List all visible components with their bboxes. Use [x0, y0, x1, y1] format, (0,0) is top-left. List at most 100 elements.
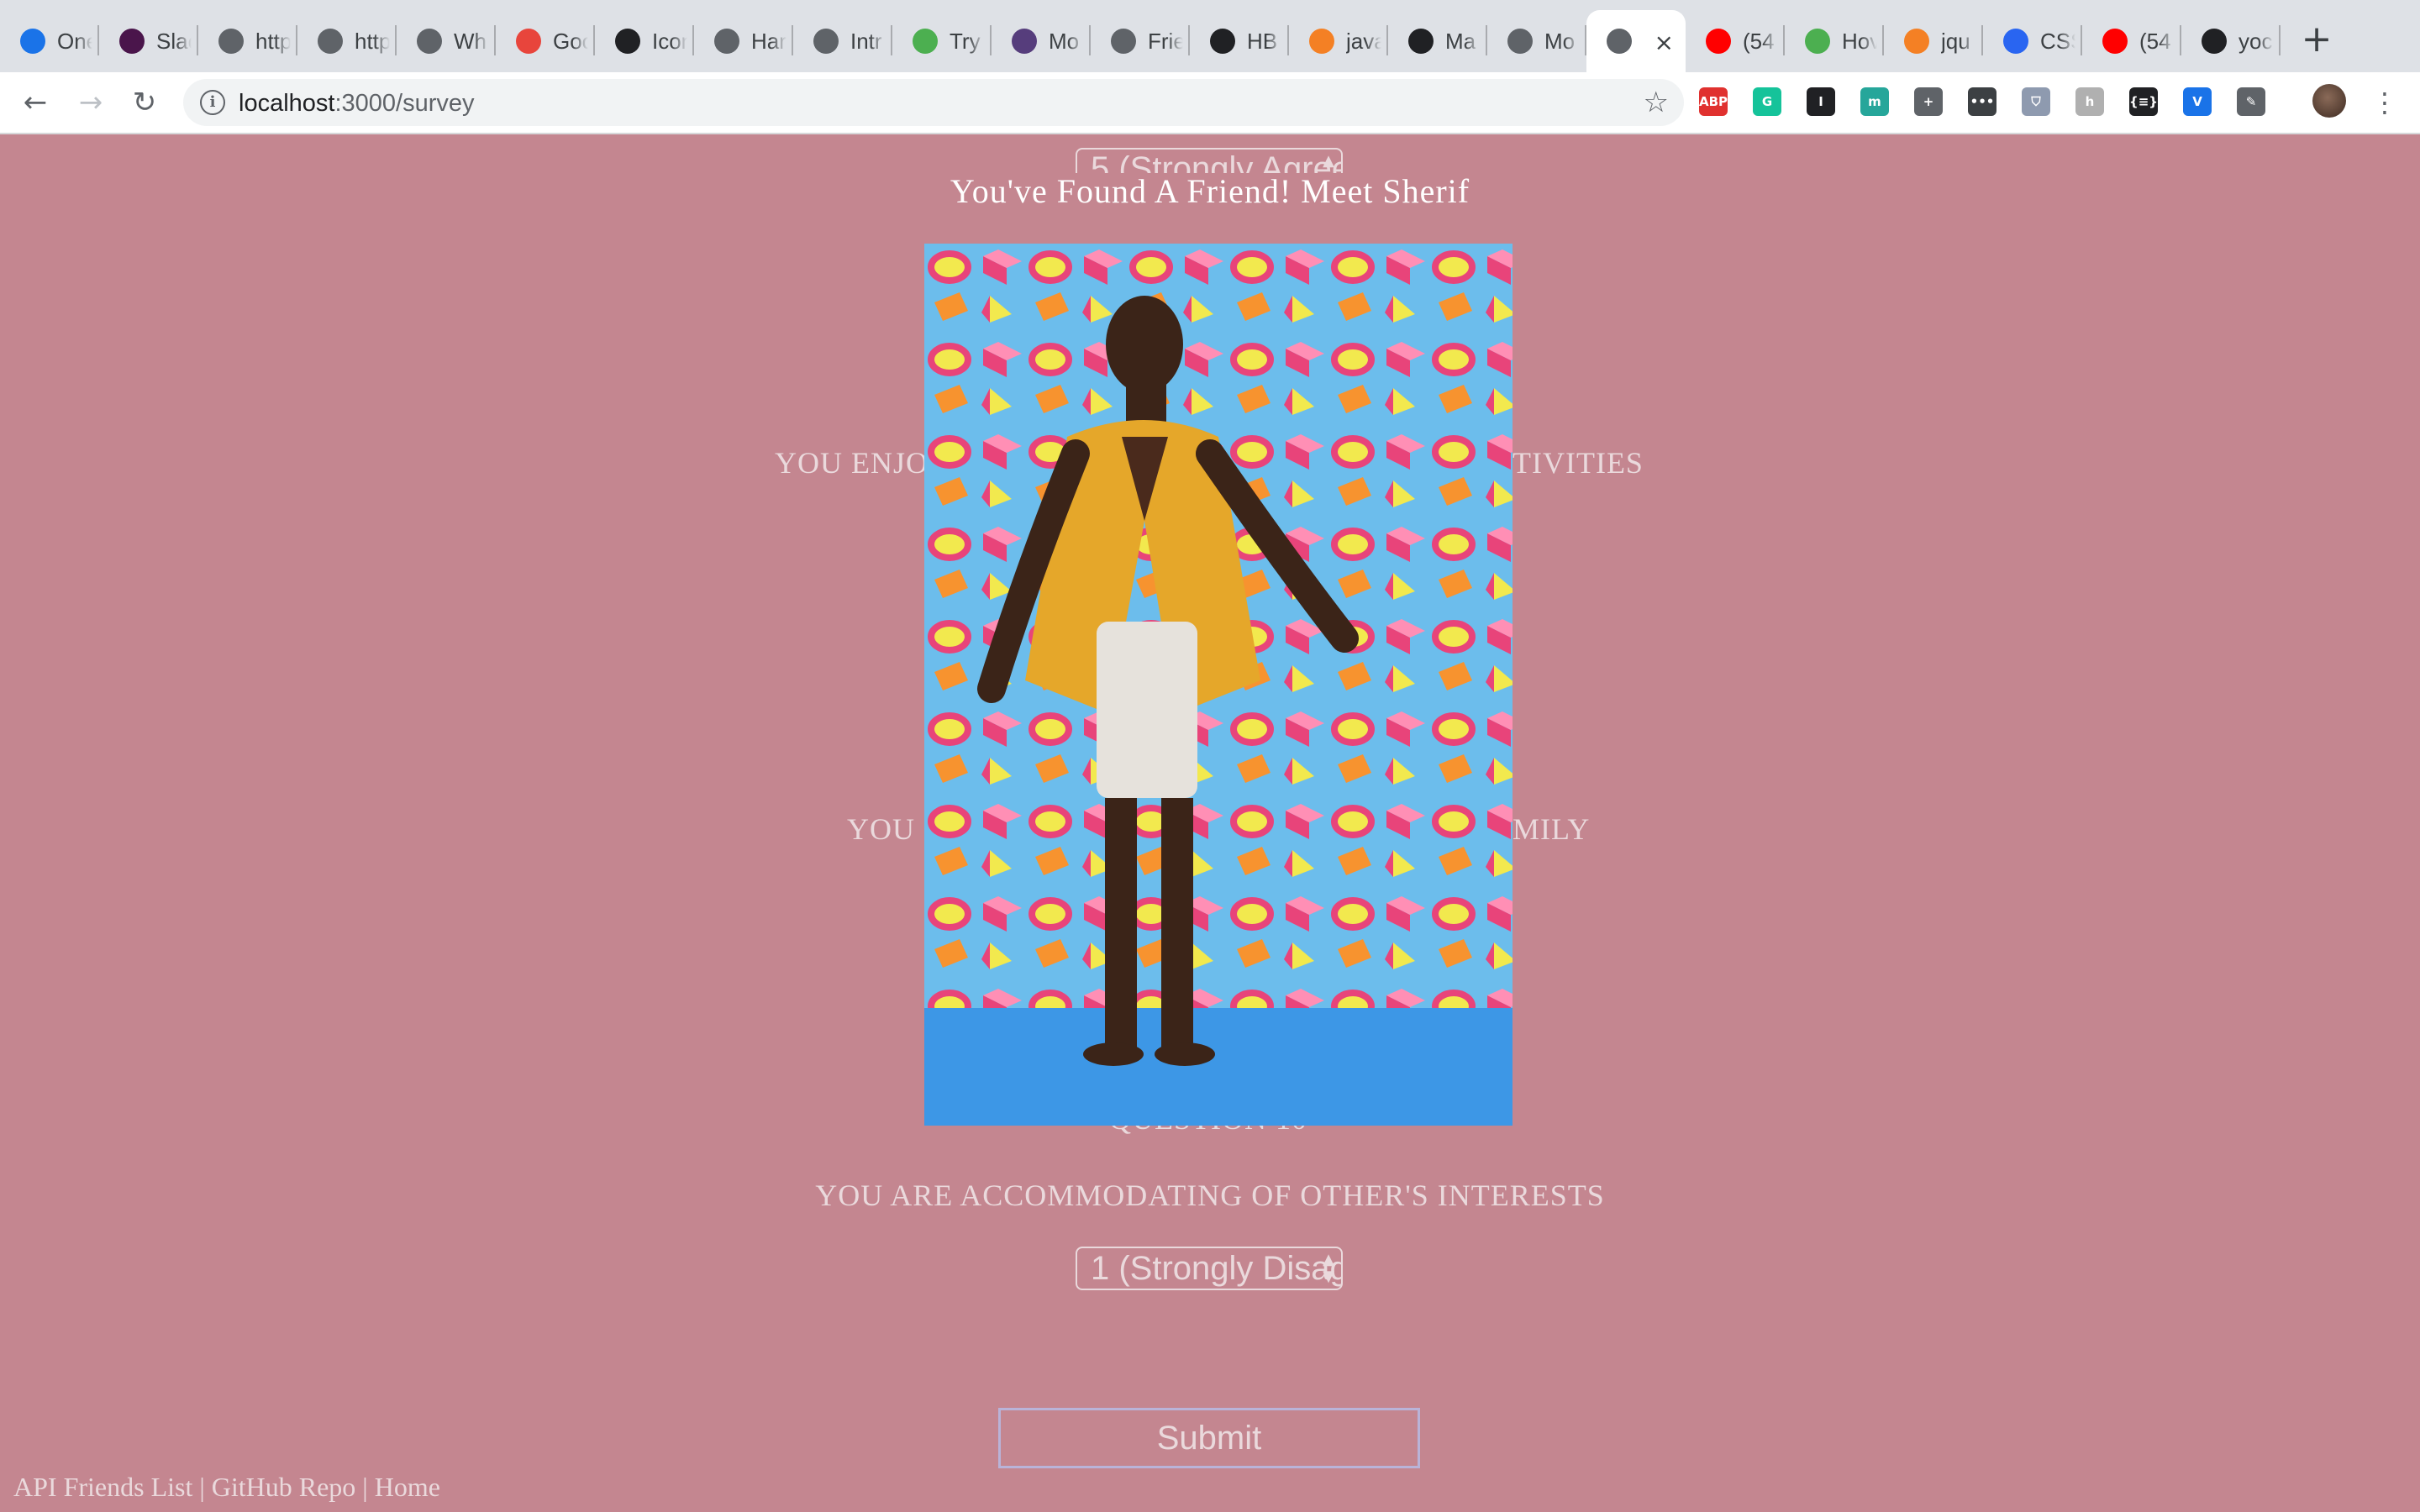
tilde-icon [714, 29, 739, 54]
youtube-icon [2102, 29, 2128, 54]
tab-manager-icon[interactable]: + [1914, 87, 1943, 116]
json-icon[interactable]: {≡} [2129, 87, 2158, 116]
globe-icon [1507, 29, 1533, 54]
grammarly-icon[interactable]: G [1753, 87, 1781, 116]
adblock-icon[interactable]: ABP [1699, 87, 1728, 116]
select-arrows-icon: ▲ [1323, 152, 1334, 170]
stack-icon [1309, 29, 1334, 54]
tab-title: Goo [553, 28, 588, 54]
tab-title: jqu [1941, 28, 1970, 54]
new-tab-button[interactable]: + [2296, 18, 2338, 60]
browser-tab[interactable]: Intr [793, 10, 892, 72]
globe-icon [1607, 29, 1632, 54]
tab-title: Har [751, 28, 786, 54]
api-friends-link[interactable]: API Friends List [13, 1472, 192, 1502]
browser-tab[interactable]: Mo [1487, 10, 1586, 72]
stack-icon [1904, 29, 1929, 54]
footer-separator: | [355, 1472, 375, 1502]
bootstrap-icon [1012, 29, 1037, 54]
browser-tab[interactable]: (54 [1686, 10, 1785, 72]
answer-select[interactable]: 1 (Strongly Disagree) ▲▼ [1076, 1247, 1343, 1290]
menu-kebab-icon[interactable]: ⋮ [2365, 82, 2405, 123]
tab-strip: One Slack http http Wh Goo Icon Har Intr Try Mo Fri… [0, 0, 2420, 72]
browser-tab[interactable]: CSS [1983, 10, 2082, 72]
question-text: You are accommodating of other's interes… [815, 1179, 1605, 1212]
browser-tab[interactable]: (54 [2082, 10, 2181, 72]
browser-tab[interactable]: Slack [99, 10, 198, 72]
browser-tab-active[interactable]: × [1586, 10, 1686, 72]
forward-arrow-icon[interactable]: → [71, 82, 111, 123]
browser-tab[interactable]: http [198, 10, 297, 72]
globe-icon [218, 29, 244, 54]
question-text-partial-left: You [847, 812, 915, 846]
answer-select-previous[interactable]: 5 (Strongly Agree) ▲ [1076, 148, 1343, 173]
site-info-icon[interactable]: i [200, 90, 225, 115]
tab-title: Mo [1544, 28, 1576, 54]
tab-title: Frie [1148, 28, 1183, 54]
bookmark-star-icon[interactable]: ☆ [1644, 86, 1669, 119]
browser-tab[interactable]: jqu [1884, 10, 1983, 72]
browser-tab[interactable]: Goo [496, 10, 595, 72]
shield-icon[interactable]: ⛉ [2022, 87, 2050, 116]
browser-tab[interactable]: Hov [1785, 10, 1884, 72]
text-cursor-icon[interactable]: I [1807, 87, 1835, 116]
tab-title: One [57, 28, 92, 54]
tab-title: http [355, 28, 390, 54]
tab-title: (54 [1743, 28, 1775, 54]
profile-avatar[interactable] [2312, 84, 2346, 118]
tab-title: Hov [1842, 28, 1877, 54]
select-arrows-icon: ▲ ▼ [1323, 1251, 1334, 1285]
browser-tab[interactable]: HB [1190, 10, 1289, 72]
browser-tab[interactable]: yoc [2181, 10, 2281, 72]
v-logo-icon [20, 29, 45, 54]
reload-icon[interactable]: ↻ [124, 82, 165, 123]
eyedropper-icon[interactable]: ✎ [2237, 87, 2265, 116]
browser-tab[interactable]: Ma [1388, 10, 1487, 72]
slack-icon [119, 29, 145, 54]
browser-tab[interactable]: Icon [595, 10, 694, 72]
browser-tab[interactable]: One [0, 10, 99, 72]
mercury-icon[interactable]: m [1860, 87, 1889, 116]
browser-tab[interactable]: Frie [1091, 10, 1190, 72]
browser-tab[interactable]: Har [694, 10, 793, 72]
close-tab-icon[interactable]: × [1655, 29, 1674, 56]
question-text-partial-right: mily [1512, 812, 1591, 846]
w3-icon [913, 29, 938, 54]
vue-icon[interactable]: V [2183, 87, 2212, 116]
youtube-icon [1706, 29, 1731, 54]
url-text[interactable]: localhost:3000/survey [239, 90, 475, 118]
github-repo-link[interactable]: GitHub Repo [212, 1472, 356, 1502]
browser-tab[interactable]: Try [892, 10, 992, 72]
f-icon [516, 29, 541, 54]
footer-links: API Friends List | GitHub Repo | Home [13, 1472, 440, 1503]
footer-separator: | [192, 1472, 212, 1502]
tilde-icon [813, 29, 839, 54]
tab-divider [2279, 25, 2281, 55]
match-modal-title: You've Found A Friend! Meet Sherif [950, 172, 1470, 210]
globe-icon [417, 29, 442, 54]
browser-tab[interactable]: Wh [397, 10, 496, 72]
browser-tab[interactable]: Mo [992, 10, 1091, 72]
github-icon [615, 29, 640, 54]
tab-title: Intr [850, 28, 882, 54]
honey-icon[interactable]: h [2075, 87, 2104, 116]
tab-title: CSS [2040, 28, 2075, 54]
browser-tab[interactable]: http [297, 10, 397, 72]
tab-title: http [255, 28, 291, 54]
back-arrow-icon[interactable]: ← [15, 82, 55, 123]
address-bar[interactable]: i localhost:3000/survey ☆ [183, 79, 1684, 126]
home-link[interactable]: Home [375, 1472, 440, 1502]
tab-title: (54 [2139, 28, 2171, 54]
survey-page: 5 (Strongly Agree) ▲ You enjo tivities Y… [0, 133, 2420, 1512]
friend-photo [924, 244, 1512, 1126]
submit-button[interactable]: Submit [998, 1408, 1420, 1468]
browser-toolbar: ← → ↻ i localhost:3000/survey ☆ ABP G Im + •… [0, 72, 2420, 134]
tab-title: yoc [2238, 28, 2273, 54]
circle-icon [1210, 29, 1235, 54]
browser-tab[interactable]: java [1289, 10, 1388, 72]
tab-title: Wh [454, 28, 487, 54]
password-icon[interactable]: ••• [1968, 87, 1996, 116]
github-icon [2202, 29, 2227, 54]
tab-title: Mo [1049, 28, 1080, 54]
w3-icon [1805, 29, 1830, 54]
